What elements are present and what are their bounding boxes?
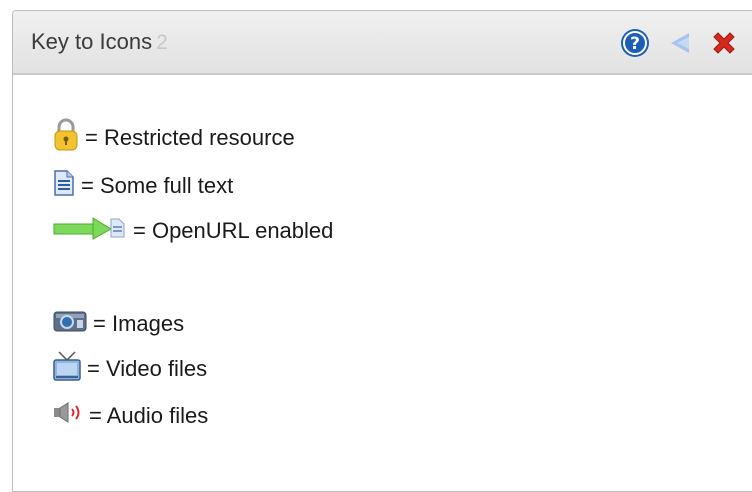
- legend-row-audio: = Audio files: [53, 401, 208, 431]
- legend-row-images: = Images: [53, 309, 184, 339]
- legend-text-images: = Images: [93, 311, 185, 336]
- svg-text:?: ?: [630, 34, 640, 54]
- camera-icon: [53, 309, 87, 339]
- legend-row-restricted: = Restricted resource: [53, 118, 295, 153]
- collapse-icon[interactable]: [669, 32, 691, 59]
- panel-header: Key to Icons 2 ?: [13, 11, 752, 75]
- panel-title-text: Key to Icons: [31, 29, 153, 54]
- openurl-arrow-icon: [53, 216, 127, 246]
- tv-icon: [53, 351, 81, 387]
- legend-text-restricted: = Restricted resource: [85, 125, 295, 150]
- legend-text-openurl: = OpenURL enabled: [133, 218, 334, 243]
- legend-row-video: = Video files: [53, 351, 208, 387]
- legend-text-fulltext: = Some full text: [81, 173, 234, 198]
- document-icon: [53, 170, 75, 202]
- speaker-icon: [53, 402, 83, 430]
- help-icon[interactable]: ?: [620, 28, 650, 63]
- key-to-icons-panel: Key to Icons 2 ? = Restricted resource =…: [12, 10, 752, 492]
- legend-text-audio: = Audio files: [89, 403, 209, 428]
- legend-row-openurl: = OpenURL enabled: [53, 216, 333, 246]
- close-icon[interactable]: [709, 28, 739, 63]
- panel-title: Key to Icons 2: [31, 29, 168, 55]
- padlock-icon: [53, 118, 79, 158]
- legend-row-fulltext: = Some full text: [53, 170, 234, 202]
- panel-count: 2: [156, 31, 168, 54]
- legend-text-video: = Video files: [87, 356, 208, 381]
